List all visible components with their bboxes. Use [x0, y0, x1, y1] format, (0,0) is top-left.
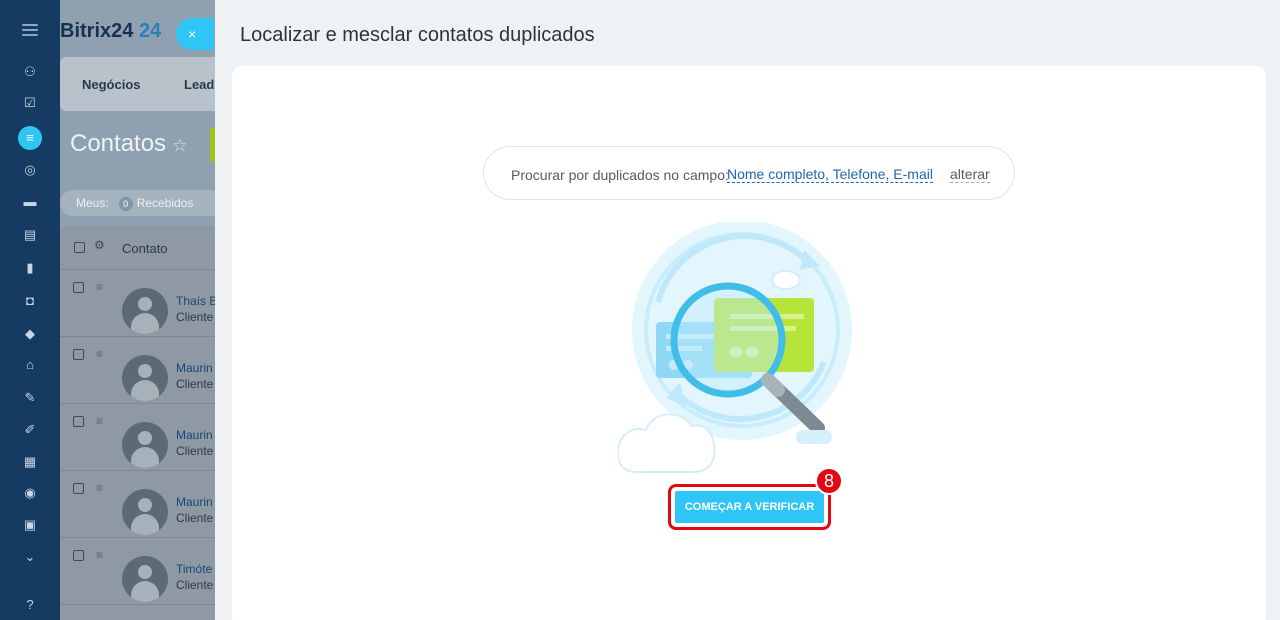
workflow-icon[interactable]: ▣ [22, 517, 38, 533]
page-title: Contatos ☆ [70, 130, 187, 158]
brand-number: 24 [138, 20, 162, 42]
activity-icon[interactable]: ⚇ [22, 64, 38, 80]
search-prefix: Procurar por duplicados no campo: [511, 167, 729, 183]
more-icon[interactable]: ⌄ [22, 549, 38, 565]
left-sidebar: ⚇ ☑ ≡ ◎ ▬ ▤ ▮ ◘ ◆ ⌂ ✎ ✐ ▦ ◉ ▣ ⌄ ? [0, 0, 60, 620]
table-row[interactable]: ≡ Maurin Cliente [60, 404, 220, 471]
contact-name[interactable]: Maurin [176, 495, 213, 509]
row-checkbox[interactable] [73, 550, 84, 561]
avatar [122, 422, 168, 468]
avatar [122, 355, 168, 401]
row-checkbox[interactable] [73, 282, 84, 293]
contact-type: Cliente [176, 377, 214, 391]
box-icon[interactable]: ◆ [22, 326, 38, 342]
dedupe-slider: Localizar e mesclar contatos duplicados … [215, 0, 1280, 620]
tab-deals[interactable]: Negócios [82, 77, 141, 92]
row-checkbox[interactable] [73, 483, 84, 494]
star-icon[interactable]: ☆ [172, 136, 187, 155]
search-fields-link[interactable]: Nome completo, Telefone, E-mail [727, 167, 933, 183]
contact-name[interactable]: Maurin [176, 428, 213, 442]
contact-type: Cliente [176, 444, 214, 458]
contact-name[interactable]: Thaís B [176, 294, 217, 308]
document-icon[interactable]: ✐ [22, 422, 38, 438]
table-row[interactable]: ≡ Maurin Cliente [60, 337, 220, 404]
avatar [122, 489, 168, 535]
table-row[interactable]: ≡ Maurin Cliente [60, 471, 220, 538]
dedupe-card: Procurar por duplicados no campo: Nome c… [232, 66, 1266, 620]
contact-name[interactable]: Maurin [176, 361, 213, 375]
table-row[interactable]: ≡ Thaís B Cliente [60, 270, 220, 337]
drag-handle-icon[interactable]: ≡ [96, 280, 103, 294]
bank-icon[interactable]: ⌂ [22, 357, 38, 373]
step-badge: 8 [815, 467, 843, 495]
contact-type: Cliente [176, 310, 214, 324]
grid-header: ⚙ Contato [60, 226, 220, 270]
crm-tabs: Negócios Leads [60, 57, 220, 111]
menu-icon[interactable] [22, 24, 38, 36]
record-icon[interactable]: ◉ [22, 485, 38, 501]
magnifier-illustration [618, 222, 852, 473]
brand-logo[interactable]: Bitrix24 24 [60, 20, 161, 43]
cart-icon[interactable]: ▬ [22, 194, 38, 210]
robot-icon[interactable]: ◘ [22, 293, 38, 309]
drag-handle-icon[interactable]: ≡ [96, 548, 103, 562]
close-slider-button[interactable]: × [176, 18, 214, 50]
column-header-contact[interactable]: Contato [122, 241, 168, 256]
contacts-grid: ⚙ Contato ≡ Thaís B Cliente ≡ Maurin Cli… [60, 226, 220, 620]
target-icon[interactable]: ◎ [22, 162, 38, 178]
drag-handle-icon[interactable]: ≡ [96, 481, 103, 495]
signature-icon[interactable]: ✎ [22, 390, 38, 406]
contact-type: Cliente [176, 511, 214, 525]
gear-icon[interactable]: ⚙ [94, 238, 105, 252]
search-fields-pill: Procurar por duplicados no campo: Nome c… [483, 146, 1015, 200]
contact-name[interactable]: Timóte [176, 562, 212, 576]
drag-handle-icon[interactable]: ≡ [96, 414, 103, 428]
help-icon[interactable]: ? [22, 597, 38, 613]
crm-filter-icon[interactable]: ≡ [18, 126, 42, 150]
row-checkbox[interactable] [73, 349, 84, 360]
counter-filter: Meus: 0 Recebidos [60, 190, 220, 216]
drag-handle-icon[interactable]: ≡ [96, 347, 103, 361]
tasks-icon[interactable]: ☑ [22, 95, 38, 111]
close-icon: × [188, 26, 197, 42]
select-all-checkbox[interactable] [74, 242, 85, 253]
contact-card-icon[interactable]: ▤ [22, 227, 38, 243]
brand-name: Bitrix24 [60, 20, 134, 42]
table-row[interactable]: ≡ Timóte Cliente [60, 538, 220, 605]
change-fields-link[interactable]: alterar [950, 167, 990, 183]
calendar-icon[interactable]: ▦ [22, 454, 38, 470]
reports-icon[interactable]: ▮ [22, 260, 38, 276]
avatar [122, 556, 168, 602]
mine-label: Meus: [76, 196, 109, 210]
row-checkbox[interactable] [73, 416, 84, 427]
start-button-highlight: COMEÇAR A VERIFICAR [668, 484, 831, 530]
slider-title: Localizar e mesclar contatos duplicados [240, 24, 595, 46]
avatar [122, 288, 168, 334]
received-link[interactable]: Recebidos [137, 196, 194, 210]
start-check-button[interactable]: COMEÇAR A VERIFICAR [675, 491, 824, 523]
crm-background: Bitrix24 24 Negócios Leads Contatos ☆ Meu… [60, 0, 220, 620]
received-count: 0 [118, 197, 133, 211]
contact-type: Cliente [176, 578, 214, 592]
page-title-text: Contatos [70, 130, 167, 157]
